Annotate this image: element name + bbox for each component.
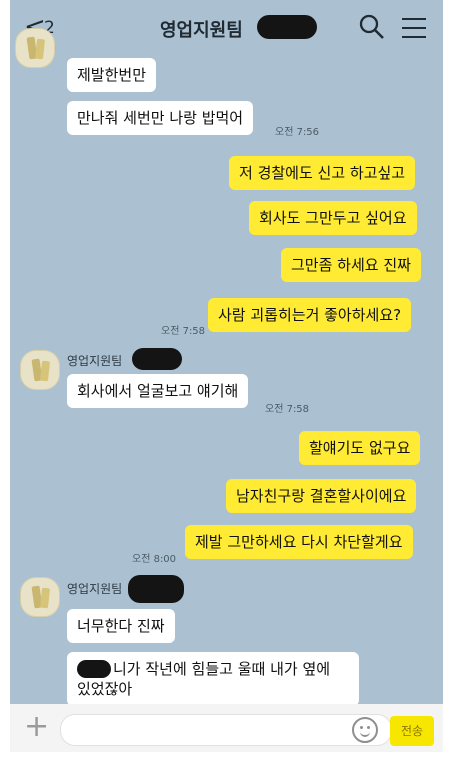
outgoing-message[interactable]: 남자친구랑 결혼할사이에요: [226, 479, 417, 513]
outgoing-message[interactable]: 저 경찰에도 신고 하고싶고: [229, 156, 416, 190]
incoming-message[interactable]: 회사에서 얼굴보고 얘기해: [67, 374, 249, 408]
menu-icon[interactable]: [402, 18, 426, 38]
outgoing-message[interactable]: 사람 괴롭히는거 좋아하세요?: [208, 298, 412, 332]
redaction-mark: [77, 660, 111, 678]
message-time: 오전 7:58: [161, 326, 206, 337]
message-line: 니가 작년에 힘들고 울때 내가 옆에: [77, 659, 349, 679]
message-time: 오전 7:56: [275, 127, 320, 138]
message-time: 오전 8:00: [132, 554, 177, 565]
redaction-mark: [128, 575, 184, 603]
sender-avatar[interactable]: [20, 577, 60, 617]
message-text: 있었잖아: [77, 680, 133, 698]
chat-room: < 2 영업지원팀 제발한번만 만나줘 세번만 나랑 밥먹어 오전 7:56 저…: [10, 0, 443, 752]
chat-header: < 2 영업지원팀: [10, 0, 443, 56]
incoming-message[interactable]: 제발한번만: [67, 58, 157, 92]
redaction-mark: [257, 15, 317, 39]
phone-screen: < 2 영업지원팀 제발한번만 만나줘 세번만 나랑 밥먹어 오전 7:56 저…: [0, 0, 453, 760]
sender-avatar[interactable]: [20, 350, 60, 390]
incoming-message[interactable]: 만나줘 세번만 나랑 밥먹어: [67, 101, 254, 135]
chat-title: 영업지원팀: [160, 20, 243, 41]
menu-line: [402, 27, 426, 29]
search-icon[interactable]: [358, 13, 386, 41]
outgoing-message[interactable]: 회사도 그만두고 싶어요: [249, 201, 417, 235]
outgoing-message[interactable]: 할얘기도 없구요: [299, 431, 421, 465]
message-input[interactable]: [60, 714, 392, 746]
emoji-icon[interactable]: [352, 717, 378, 743]
plus-icon[interactable]: +: [24, 712, 49, 742]
sender-name: 영업지원팀: [67, 354, 123, 368]
incoming-message[interactable]: 너무한다 진짜: [67, 609, 175, 643]
message-time: 오전 7:58: [265, 404, 310, 415]
send-button[interactable]: 전송: [390, 716, 434, 746]
input-bar: + 전송: [10, 704, 443, 752]
outgoing-message[interactable]: 그만좀 하세요 진짜: [281, 248, 421, 282]
menu-line: [402, 36, 426, 38]
sender-name: 영업지원팀: [67, 582, 123, 596]
incoming-message[interactable]: 니가 작년에 힘들고 울때 내가 옆에 있었잖아: [67, 652, 359, 706]
sender-avatar[interactable]: [15, 28, 55, 68]
message-text: 니가 작년에 힘들고 울때 내가 옆에: [113, 660, 331, 678]
outgoing-message[interactable]: 제발 그만하세요 다시 차단할게요: [185, 525, 413, 559]
menu-line: [402, 18, 426, 20]
redaction-mark: [132, 348, 182, 370]
